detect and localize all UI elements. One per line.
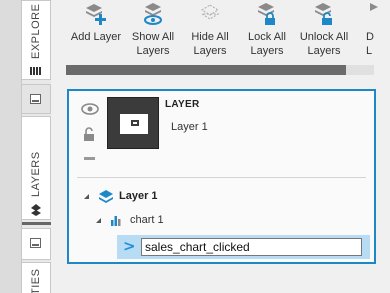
layer-stack-icon <box>99 190 113 203</box>
show-icon <box>144 3 162 25</box>
rename-input[interactable]: sales_chart_clicked <box>141 238 362 256</box>
tree-row-chart[interactable]: chart 1 <box>69 211 374 231</box>
show-all-layers-button[interactable]: Show All Layers <box>123 0 183 62</box>
side-tab-strip: EXPLORE LAYERS TIES <box>0 0 51 293</box>
explore-tab-icon <box>30 67 41 75</box>
unlock-all-layers-button[interactable]: Unlock All Layers <box>294 0 354 62</box>
hide-icon <box>200 4 220 20</box>
hide-all-layers-button[interactable]: Hide All Layers <box>180 0 240 62</box>
expand-caret-icon[interactable] <box>84 194 89 199</box>
overflow-tool-button[interactable]: D L <box>356 0 390 62</box>
unlock-icon <box>315 3 332 25</box>
unlocked-icon[interactable] <box>83 127 97 141</box>
scrollbar-thumb[interactable] <box>66 65 347 75</box>
hide-all-layers-label: Hide All Layers <box>191 31 229 57</box>
tree-row-layer[interactable]: Layer 1 <box>69 187 374 207</box>
toolbar-scrollbar[interactable] <box>66 65 374 75</box>
lock-icon <box>258 3 275 25</box>
add-layer-button[interactable]: Add Layer <box>66 0 126 62</box>
tree-layer-label: Layer 1 <box>119 190 158 202</box>
lock-all-layers-label: Lock All Layers <box>248 31 286 57</box>
layer-properties: LAYER Layer 1 <box>69 91 374 177</box>
window-icon <box>30 94 41 104</box>
expand-caret-icon[interactable] <box>96 218 101 223</box>
lock-all-layers-button[interactable]: Lock All Layers <box>237 0 297 62</box>
tab-properties[interactable]: TIES <box>22 262 51 293</box>
tab-explore-label: EXPLORE <box>30 3 42 59</box>
layers-diamond-icon <box>31 204 41 216</box>
tab-layers[interactable]: LAYERS <box>22 116 51 220</box>
tree-chart-label: chart 1 <box>130 214 164 226</box>
eye-icon[interactable] <box>81 103 99 115</box>
overflow-tool-label: D L <box>366 31 374 57</box>
layers-panel: LAYER Layer 1 Layer 1 chart 1 > sales_ch… <box>67 89 376 264</box>
tab-collapsed-window[interactable] <box>22 84 51 114</box>
tab-explore[interactable]: EXPLORE <box>22 0 51 80</box>
show-all-layers-label: Show All Layers <box>131 31 175 57</box>
tab-divider <box>22 222 51 225</box>
overflow-tool-icon <box>370 3 378 11</box>
add-layer-label: Add Layer <box>70 31 122 43</box>
side-rail <box>0 0 22 293</box>
unlock-all-layers-label: Unlock All Layers <box>299 31 349 57</box>
window-icon <box>30 238 41 248</box>
panel-divider <box>77 177 366 178</box>
tab-collapsed-window-2[interactable] <box>22 228 51 260</box>
selected-event-row[interactable]: > sales_chart_clicked <box>117 235 370 259</box>
layer-name: Layer 1 <box>171 121 208 133</box>
tab-layers-label: LAYERS <box>30 151 42 197</box>
layer-thumbnail <box>107 97 159 149</box>
layer-heading: LAYER <box>165 99 200 110</box>
event-arrow-icon: > <box>123 237 136 255</box>
chart-icon <box>111 216 121 226</box>
add-layer-icon <box>86 4 106 25</box>
layer-toolbar: Add Layer Show All Layers Hide All Layer… <box>66 0 390 62</box>
remove-layer-icon[interactable] <box>84 157 95 160</box>
tab-properties-label: TIES <box>30 268 42 293</box>
